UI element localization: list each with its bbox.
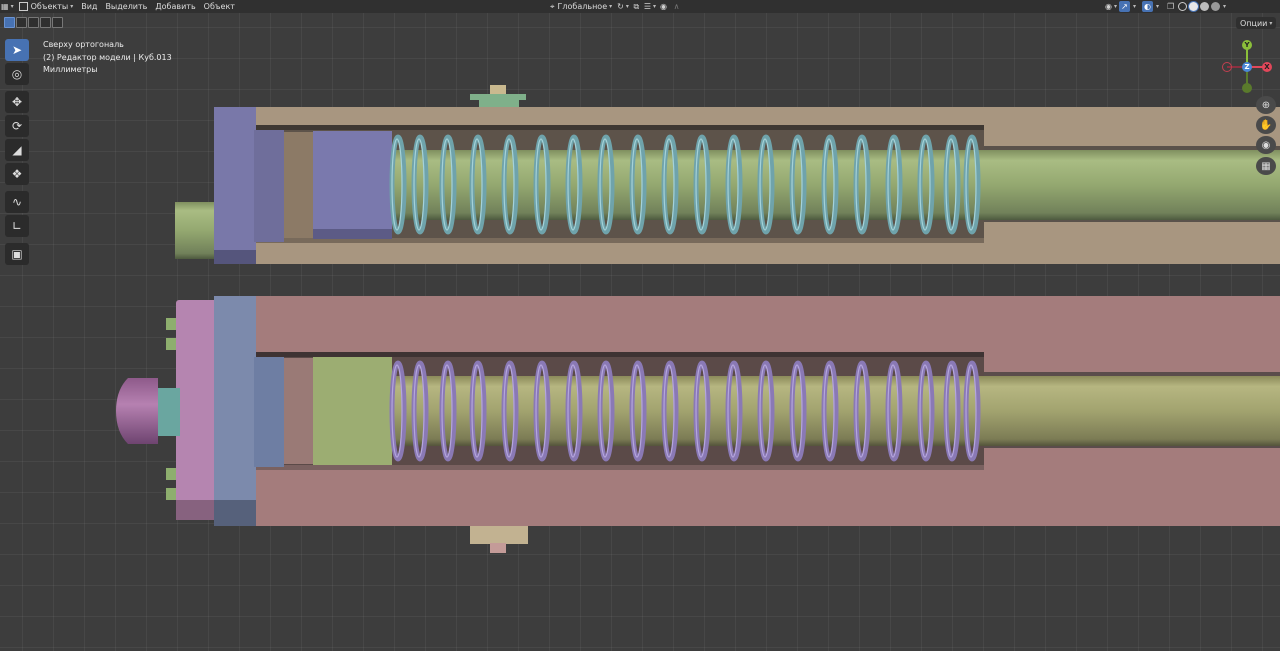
gizmo-icon[interactable]: ↗ — [1119, 1, 1130, 12]
proportional-icon[interactable]: ◉ — [658, 1, 669, 12]
menu-view[interactable]: Вид — [77, 0, 101, 13]
snap-target-icon[interactable]: ☰ ▾ — [644, 1, 656, 12]
camera-icon[interactable]: ◉ — [1256, 136, 1276, 154]
lower-assembly[interactable] — [116, 296, 1280, 553]
mode-label: Объекты — [30, 2, 69, 11]
overlay-icon[interactable]: ◐ — [1142, 1, 1154, 12]
menu-add[interactable]: Добавить — [151, 0, 199, 13]
menu-select[interactable]: Выделить — [101, 0, 151, 13]
zoom-icon[interactable]: ⊕ — [1256, 96, 1276, 114]
scale-tool-icon[interactable]: ◢ — [5, 139, 29, 161]
shading-material-icon[interactable] — [1200, 2, 1210, 11]
select-invert-icon[interactable] — [40, 17, 51, 28]
transform-tool-icon[interactable]: ❖ — [5, 163, 29, 185]
rotate-tool-icon[interactable]: ⟳ — [5, 115, 29, 137]
pan-icon[interactable]: ✋ — [1256, 116, 1276, 134]
view-name: Сверху ортогональ — [43, 40, 124, 49]
measure-tool-icon[interactable]: ∟ — [5, 215, 29, 237]
grid-toggle-icon[interactable]: ▦ — [1256, 157, 1276, 175]
upper-assembly[interactable] — [175, 85, 1280, 264]
visibility-icon[interactable]: ◉ ▾ — [1105, 1, 1117, 12]
tool-shelf: ➤ ◎ ✥ ⟳ ◢ ❖ ∿ ∟ ▣ — [5, 39, 31, 267]
select-box-tool-icon[interactable]: ➤ — [5, 39, 29, 61]
falloff-icon[interactable]: ∧ — [671, 1, 682, 12]
move-tool-icon[interactable]: ✥ — [5, 91, 29, 113]
select-intersect-icon[interactable] — [52, 17, 63, 28]
shading-wireframe-icon[interactable] — [1178, 2, 1188, 11]
select-mode-group — [4, 17, 63, 28]
shading-solid-icon[interactable] — [1189, 2, 1199, 11]
orientation-label: Глобальное — [557, 2, 608, 11]
snap-icon[interactable]: ⧉ — [631, 1, 642, 12]
scene-render[interactable] — [0, 0, 1280, 651]
annotate-tool-icon[interactable]: ∿ — [5, 191, 29, 213]
mode-icon — [18, 2, 28, 11]
viewport-info-overlay: Сверху ортогональ (2) Редактор модели | … — [43, 39, 172, 77]
editor-type-icon[interactable]: ▦ ▾ — [1, 1, 14, 12]
options-button[interactable]: Опции ▾ — [1236, 17, 1277, 29]
units-info: Миллиметры — [43, 65, 98, 74]
options-label: Опции — [1240, 18, 1268, 28]
gizmo-z-axis[interactable]: Z — [1242, 62, 1252, 72]
mode-dropdown[interactable]: Объекты ▾ — [15, 0, 78, 13]
pivot-icon[interactable]: ↻ ▾ — [617, 1, 629, 12]
add-cube-tool-icon[interactable]: ▣ — [5, 243, 29, 265]
active-object-info: (2) Редактор модели | Куб.013 — [43, 52, 172, 62]
viewport-header: ▦ ▾ Объекты ▾ Вид Выделить Добавить Объект… — [0, 0, 1280, 13]
xray-icon[interactable]: ❐ — [1165, 1, 1176, 12]
gizmo-x-axis[interactable]: X — [1262, 62, 1272, 72]
select-subtract-icon[interactable] — [28, 17, 39, 28]
transform-orientation-icon: ⌖ — [550, 1, 555, 11]
select-extend-icon[interactable] — [16, 17, 27, 28]
menu-object[interactable]: Объект — [200, 0, 239, 13]
gizmo-neg-x-axis[interactable] — [1222, 62, 1232, 72]
gizmo-neg-y-axis[interactable] — [1242, 83, 1252, 93]
transform-orientation-dropdown[interactable]: ⌖ Глобальное ▾ — [546, 0, 616, 13]
3d-viewport[interactable] — [0, 0, 1280, 651]
select-new-icon[interactable] — [4, 17, 15, 28]
gizmo-y-axis[interactable]: Y — [1242, 40, 1252, 50]
shading-rendered-icon[interactable] — [1211, 2, 1221, 11]
cursor-tool-icon[interactable]: ◎ — [5, 63, 29, 85]
navigation-gizmo[interactable]: Y X Z — [1210, 36, 1272, 96]
